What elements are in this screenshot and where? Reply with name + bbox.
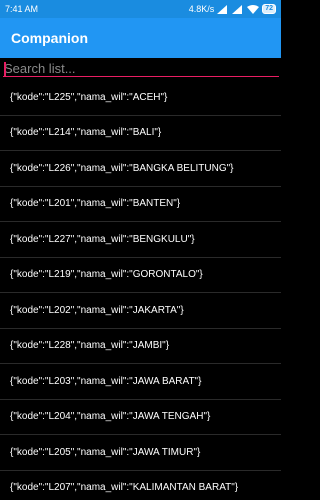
search-input[interactable] [3,60,279,77]
signal-icon [217,4,229,14]
wifi-icon [247,4,260,14]
battery-icon: 72 [262,4,276,14]
text-cursor [4,62,6,76]
network-speed: 4.8K/s [188,4,215,14]
list-item[interactable]: {"kode":"L225","nama_wil":"ACEH"} [0,80,281,116]
list-item[interactable]: {"kode":"L226","nama_wil":"BANGKA BELITU… [0,151,281,187]
list-item[interactable]: {"kode":"L205","nama_wil":"JAWA TIMUR"} [0,435,281,471]
app-title: Companion [11,30,88,46]
list-item[interactable]: {"kode":"L227","nama_wil":"BENGKULU"} [0,222,281,258]
list-item[interactable]: {"kode":"L214","nama_wil":"BALI"} [0,116,281,151]
list-item[interactable]: {"kode":"L202","nama_wil":"JAKARTA"} [0,293,281,329]
list-item[interactable]: {"kode":"L219","nama_wil":"GORONTALO"} [0,258,281,293]
signal-icon-2 [232,4,244,14]
status-bar: 7:41 AM 4.8K/s 72 [0,0,281,18]
app-bar: Companion [0,18,281,58]
search-container [0,58,281,80]
status-time: 7:41 AM [5,4,39,14]
list-item[interactable]: {"kode":"L207","nama_wil":"KALIMANTAN BA… [0,471,281,500]
list-item[interactable]: {"kode":"L204","nama_wil":"JAWA TENGAH"} [0,400,281,435]
list-item[interactable]: {"kode":"L228","nama_wil":"JAMBI"} [0,329,281,364]
list-item[interactable]: {"kode":"L201","nama_wil":"BANTEN"} [0,187,281,222]
region-list[interactable]: {"kode":"L225","nama_wil":"ACEH"} {"kode"… [0,80,281,500]
status-icons: 4.8K/s 72 [189,4,276,14]
list-item[interactable]: {"kode":"L203","nama_wil":"JAWA BARAT"} [0,364,281,400]
